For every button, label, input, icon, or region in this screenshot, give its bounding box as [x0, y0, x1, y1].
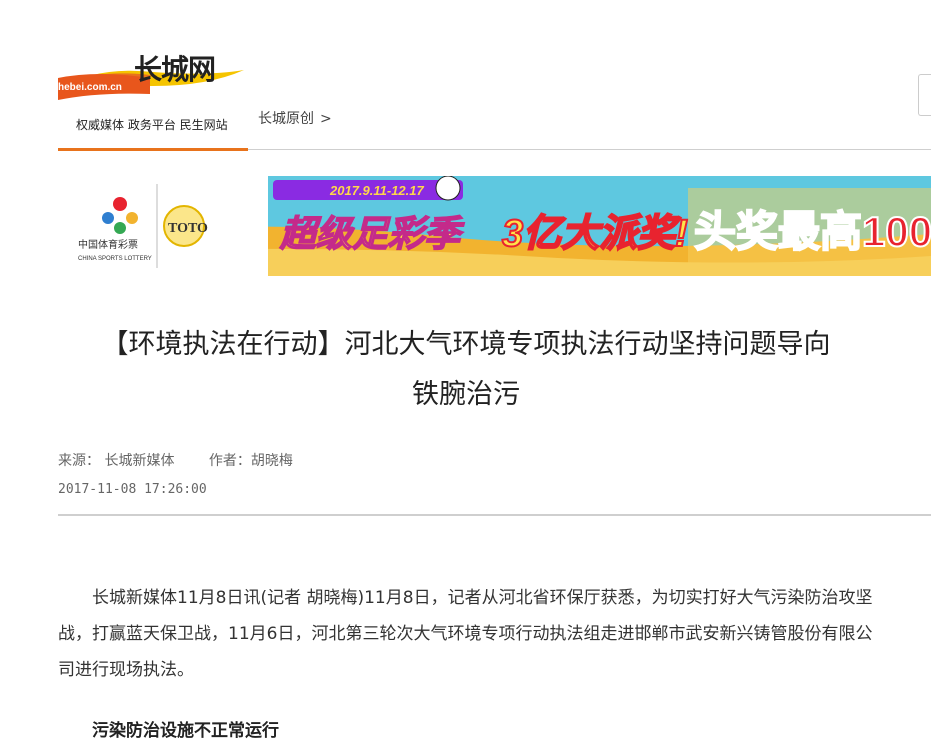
header-divider	[248, 149, 931, 150]
promo-jackpot: 头奖最高100	[694, 208, 931, 255]
toto-logo-text: TOTO	[168, 221, 208, 236]
search-input[interactable]	[918, 74, 931, 116]
article-datetime: 2017-11-08 17:26:00	[58, 482, 207, 497]
breadcrumb-link-original[interactable]: 长城原创	[258, 111, 314, 127]
author-label: 作者：	[208, 453, 251, 469]
source-label: 来源：	[58, 453, 100, 469]
article-paragraph: 长城新媒体11月8日讯(记者 胡晓梅)11月8日，记者从河北省环保厅获悉，为切实…	[58, 588, 873, 680]
lottery-cn-label: 中国体育彩票	[78, 238, 138, 251]
lottery-ad-banner[interactable]: 中国体育彩票 CHINA SPORTS LOTTERY TOTO 2017.9.…	[58, 176, 931, 276]
site-header: 长城网 hebei.com.cn 权威媒体 政务平台 民生网站 长城原创 >	[0, 0, 931, 152]
author-value: 胡晓梅	[250, 453, 293, 469]
article-meta: 来源： 长城新媒体 作者：胡晓梅	[58, 450, 293, 470]
site-tagline: 权威媒体 政务平台 民生网站	[76, 118, 228, 132]
article-title-line-1: 【环境执法在行动】河北大气环境专项执法行动坚持问题导向	[101, 329, 831, 360]
breadcrumb: 长城原创 >	[258, 108, 332, 128]
lottery-en-label: CHINA SPORTS LOTTERY	[78, 256, 152, 262]
article-title: 【环境执法在行动】河北大气环境专项执法行动坚持问题导向 铁腕治污	[58, 320, 874, 420]
article-divider	[58, 514, 931, 516]
header-accent-rule	[58, 148, 248, 151]
promo-slogan: 超级足彩季	[279, 213, 465, 254]
source-value: 长城新媒体	[104, 453, 175, 469]
article-subheading: 污染防治设施不正常运行	[92, 721, 279, 741]
promo-date-range: 2017.9.11-12.17	[329, 183, 424, 198]
site-logo[interactable]: 长城网 hebei.com.cn	[58, 48, 248, 108]
logo-domain: hebei.com.cn	[58, 82, 122, 93]
article-title-line-2: 铁腕治污	[412, 379, 520, 410]
logo-title: 长城网	[134, 53, 216, 86]
promo-prize: 3亿大派奖!	[502, 213, 688, 255]
breadcrumb-separator: >	[320, 111, 332, 127]
